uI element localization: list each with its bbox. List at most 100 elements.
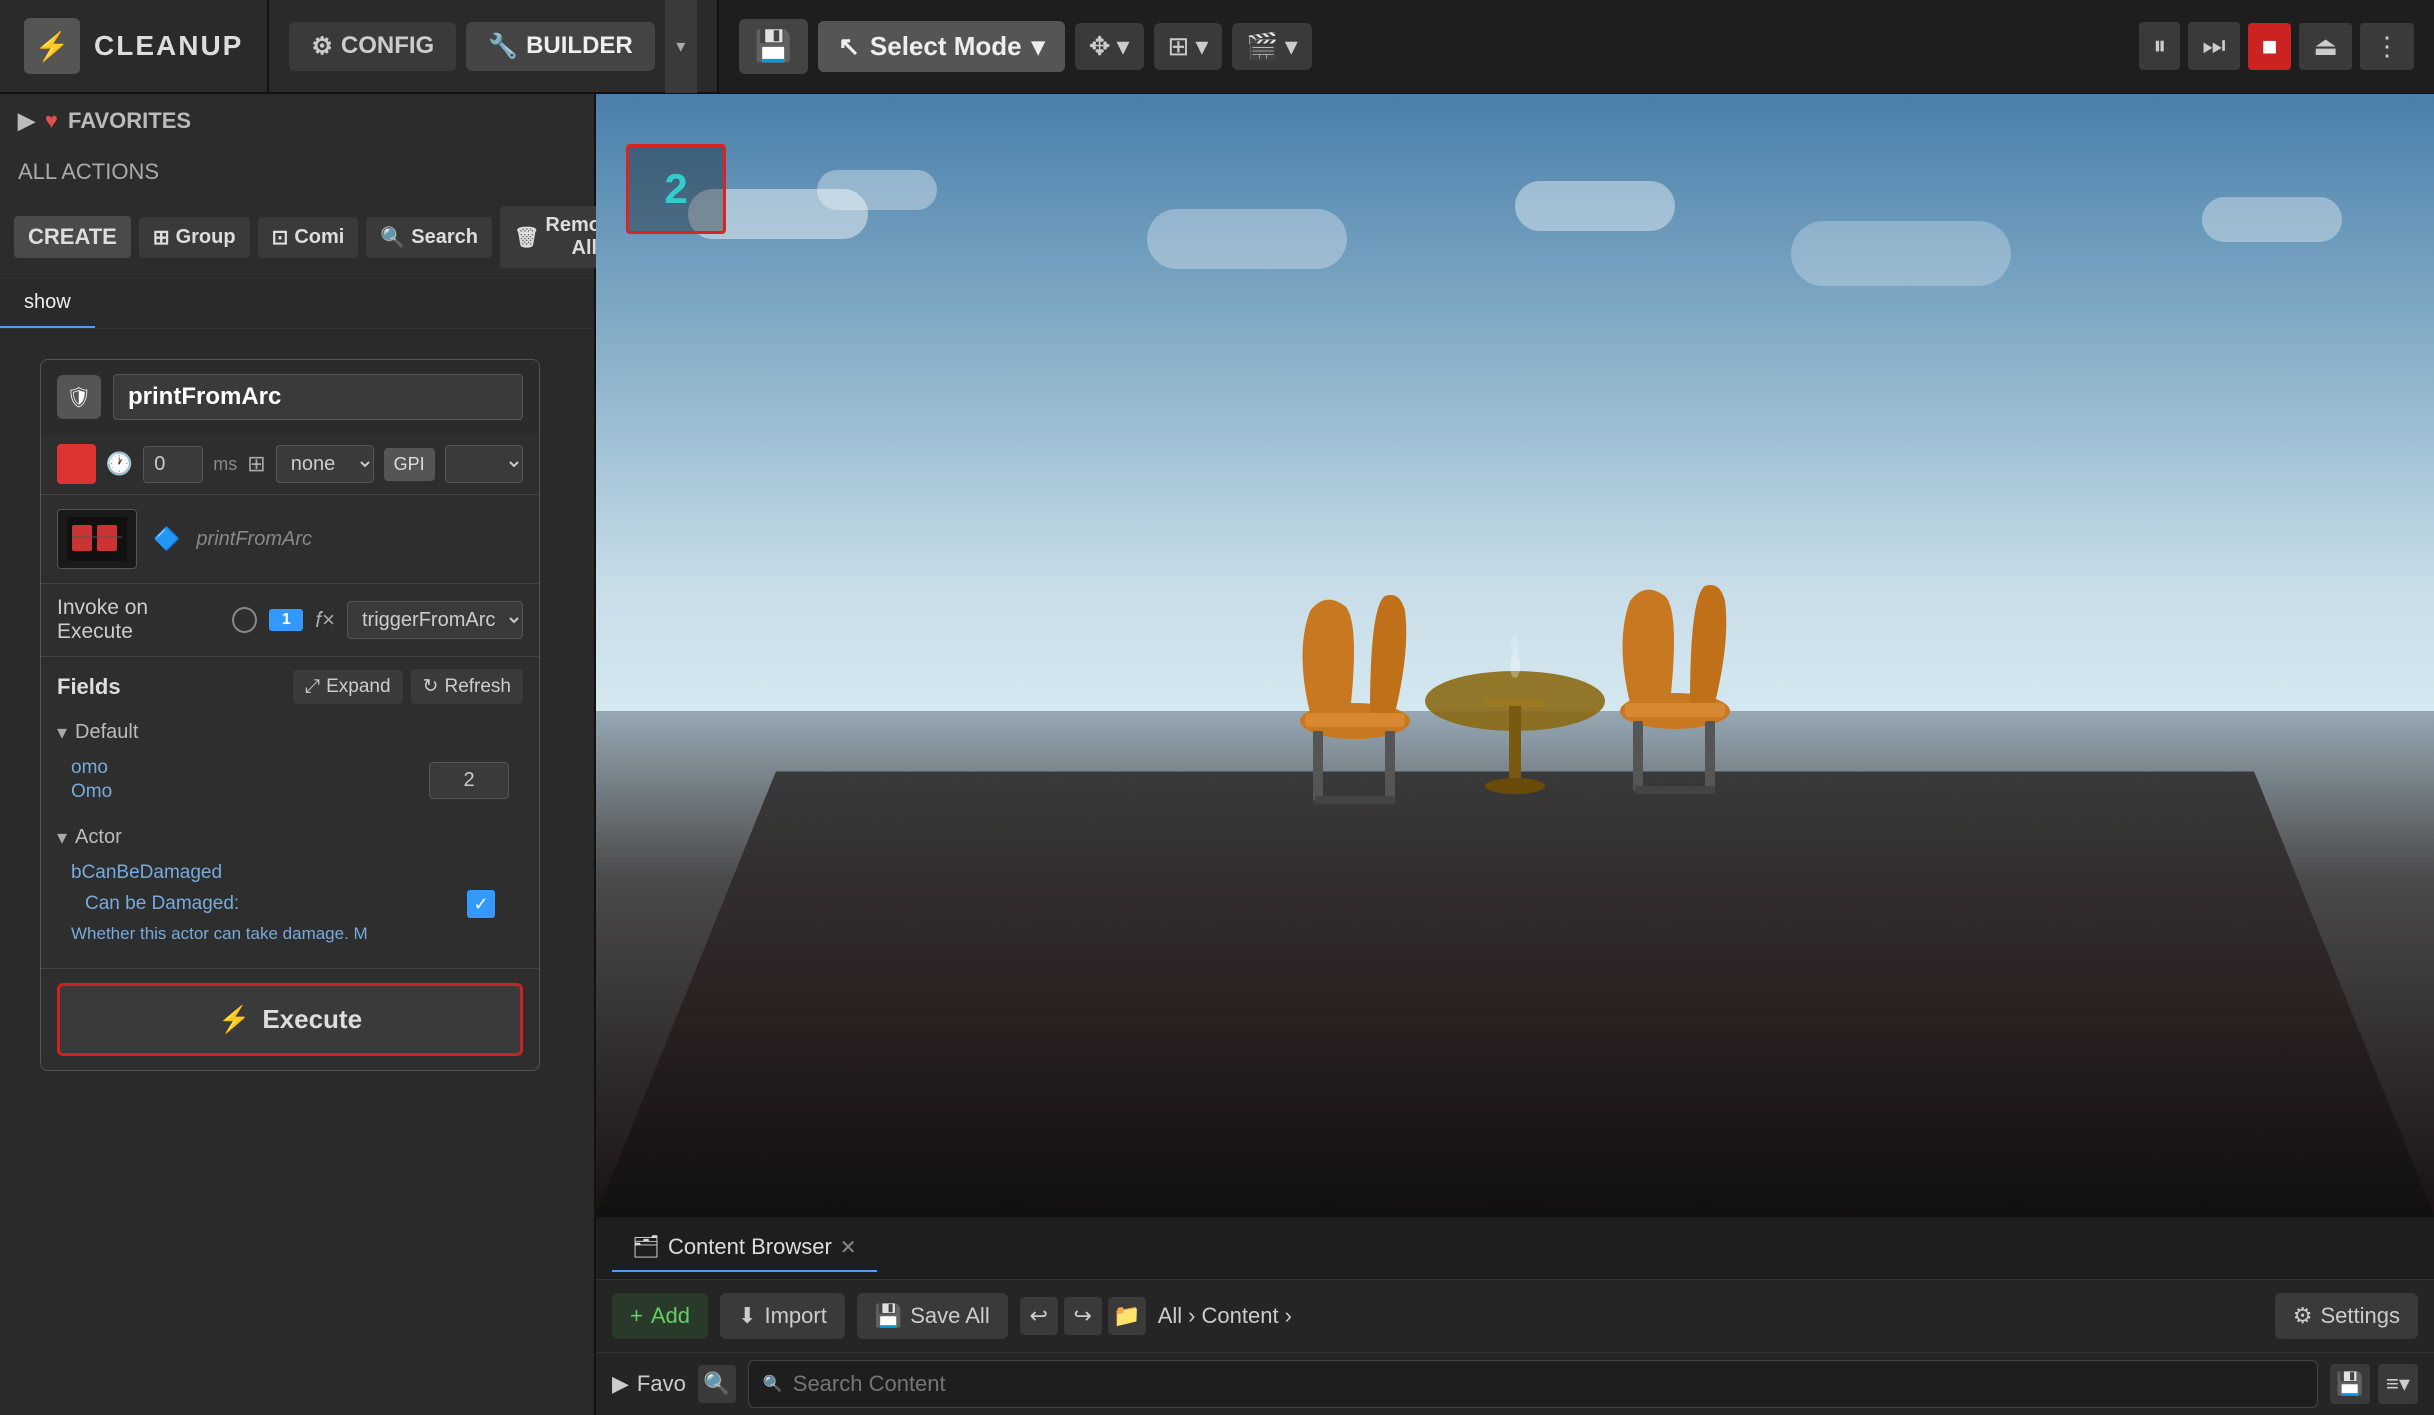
- snap-icon: ⊞: [1168, 31, 1190, 62]
- selection-counter: 2: [626, 144, 726, 234]
- field-label-group: omo Omo: [71, 757, 413, 803]
- right-panel: 2 🗂 Content Browser ✕ + Add ⬇: [596, 94, 2434, 1415]
- cb-search-input[interactable]: [793, 1371, 2303, 1397]
- expand-button[interactable]: ⤢ Expand: [293, 670, 403, 704]
- default-group: ▾ Default omo Omo: [57, 714, 523, 809]
- save-icon: 💾: [755, 29, 792, 64]
- default-group-header[interactable]: ▾ Default: [57, 714, 523, 751]
- import-button[interactable]: ⬇ Import: [720, 1293, 845, 1339]
- cb-search-icon-button[interactable]: 🔍: [698, 1365, 736, 1403]
- none-select[interactable]: none: [276, 445, 374, 483]
- cb-settings-button[interactable]: ⚙ Settings: [2275, 1293, 2418, 1339]
- create-button[interactable]: CREATE: [14, 216, 131, 258]
- playback-controls: ⏸ ⏭ ■ ⏏ ⋮: [2139, 22, 2414, 70]
- time-input[interactable]: [143, 446, 203, 483]
- gpi-badge: GPI: [384, 448, 435, 481]
- viewport-background: 2: [596, 94, 2434, 1215]
- trash-icon: 🗑: [514, 225, 539, 250]
- field-display-omo: Omo: [71, 781, 413, 803]
- node-preview-row: 🔷 printFromArc: [41, 495, 539, 584]
- chevron-down-icon: ▾: [1195, 31, 1208, 62]
- furniture-scene: [1165, 551, 1865, 901]
- tab-show[interactable]: show: [0, 279, 95, 328]
- left-panel: ▶ ♥ FAVORITES ALL ACTIONS CREATE ⊞ Group…: [0, 94, 596, 1415]
- invoke-row: Invoke on Execute 1 𝑓× triggerFromArc: [41, 584, 539, 657]
- favorites-bar: ▶ ♥ FAVORITES: [0, 94, 594, 149]
- move-icon: ✥: [1089, 31, 1111, 62]
- all-actions-bar: ALL ACTIONS: [0, 149, 594, 196]
- bcan-name: bCanBeDamaged: [71, 862, 509, 884]
- invoke-toggle-o[interactable]: [232, 607, 257, 633]
- actor-group-header[interactable]: ▾ Actor: [57, 819, 523, 856]
- refresh-button[interactable]: ↻ Refresh: [411, 669, 523, 704]
- invoke-toggle-1[interactable]: 1: [269, 609, 303, 631]
- cb-search-magnifier-icon: 🔍: [763, 1374, 783, 1394]
- path-chevron: ›: [1188, 1303, 1195, 1329]
- cb-action-btns: 💾 ≡▾: [2330, 1364, 2418, 1404]
- damage-checkbox[interactable]: ✓: [467, 890, 495, 918]
- add-button[interactable]: + Add: [612, 1293, 708, 1339]
- execute-button[interactable]: ⚡ Execute: [57, 983, 523, 1056]
- dropdown-arrow[interactable]: ▾: [665, 0, 697, 93]
- content-browser-close[interactable]: ✕: [840, 1235, 857, 1260]
- ms-label: ms: [213, 454, 237, 475]
- save-button[interactable]: 💾: [739, 19, 808, 74]
- trigger-select[interactable]: triggerFromArc: [347, 601, 523, 639]
- search-button[interactable]: 🔍 Search: [366, 217, 492, 258]
- app-title: CLEANUP: [94, 30, 243, 62]
- tab-bar: show: [0, 279, 594, 329]
- bcan-desc: Whether this actor can take damage. M: [71, 924, 509, 944]
- cb-filter-button[interactable]: ≡▾: [2378, 1364, 2418, 1404]
- camera-button[interactable]: 🎬 ▾: [1232, 23, 1311, 70]
- nav-forward-button[interactable]: ↪: [1064, 1297, 1102, 1335]
- field-name-omo: omo: [71, 757, 413, 779]
- stop-button[interactable]: ■: [2248, 23, 2292, 70]
- cb-save-icon-button[interactable]: 💾: [2330, 1364, 2370, 1404]
- fx-icon[interactable]: 𝑓×: [315, 607, 335, 633]
- node-ref-icon: 🔷: [153, 526, 180, 552]
- nav-back-button[interactable]: ↩: [1020, 1297, 1058, 1335]
- gpu-select[interactable]: [445, 445, 523, 483]
- snap-tool-button[interactable]: ⊞ ▾: [1154, 23, 1223, 70]
- pause-button[interactable]: ⏸: [2139, 22, 2180, 70]
- bcan-row: bCanBeDamaged Can be Damaged: ✓ Whether …: [57, 856, 523, 950]
- execute-icon: ⚡: [218, 1004, 250, 1035]
- more-button[interactable]: ⋮: [2360, 23, 2414, 70]
- group-button[interactable]: ⊞ Group: [139, 217, 250, 258]
- builder-button[interactable]: 🔧 BUILDER: [466, 22, 655, 71]
- select-mode-button[interactable]: ↖ Select Mode ▾: [818, 21, 1065, 72]
- invoke-label: Invoke on Execute: [57, 596, 220, 644]
- color-swatch[interactable]: [57, 444, 96, 484]
- node-card: 🛡 🕐 ms ⊞ none GPI: [40, 359, 540, 1071]
- eject-button[interactable]: ⏏: [2299, 23, 2352, 70]
- command-button[interactable]: ⊡ Comi: [258, 217, 359, 258]
- config-button[interactable]: ⚙ CONFIG: [289, 22, 456, 71]
- builder-icon: 🔧: [488, 32, 518, 61]
- node-editor-area: 🛡 🕐 ms ⊞ none GPI: [0, 329, 594, 1415]
- favorites-folder[interactable]: ▶ Favo: [612, 1371, 686, 1397]
- step-button[interactable]: ⏭: [2188, 22, 2239, 70]
- command-icon: ⊡: [272, 225, 289, 250]
- save-all-button[interactable]: 💾 Save All: [857, 1293, 1008, 1339]
- chevron-right-icon: ▶: [612, 1371, 629, 1397]
- path-chevron-2: ›: [1285, 1303, 1292, 1329]
- execute-area: ⚡ Execute: [41, 969, 539, 1070]
- viewport-topbar: 💾 ↖ Select Mode ▾ ✥ ▾ ⊞ ▾ 🎬 ▾ ⏸ ⏭ ■ ⏏ ⋮: [719, 0, 2434, 93]
- content-browser-tabbar: 🗂 Content Browser ✕: [596, 1217, 2434, 1280]
- config-builder-section: ⚙ CONFIG 🔧 BUILDER ▾: [269, 0, 718, 92]
- chevron-down-icon: ▾: [1285, 31, 1298, 62]
- content-browser-tab[interactable]: 🗂 Content Browser ✕: [612, 1224, 877, 1272]
- transform-tool-button[interactable]: ✥ ▾: [1075, 23, 1144, 70]
- action-toolbar: CREATE ⊞ Group ⊡ Comi 🔍 Search 🗑 Remove …: [0, 196, 594, 279]
- grid-icon: ⊞: [247, 451, 265, 477]
- node-title-input[interactable]: [113, 374, 523, 420]
- import-icon: ⬇: [738, 1303, 756, 1329]
- nav-folder-button[interactable]: 📁: [1108, 1297, 1146, 1335]
- expand-icon: ⤢: [305, 676, 320, 698]
- group-icon: ⊞: [153, 225, 170, 250]
- settings-icon: ⚙: [2293, 1303, 2313, 1329]
- camera-icon: 🎬: [1246, 31, 1278, 62]
- field-input-omo[interactable]: [429, 762, 509, 799]
- fields-header: Fields ⤢ Expand ↻ Refresh: [57, 669, 523, 704]
- viewport-area[interactable]: 2: [596, 94, 2434, 1215]
